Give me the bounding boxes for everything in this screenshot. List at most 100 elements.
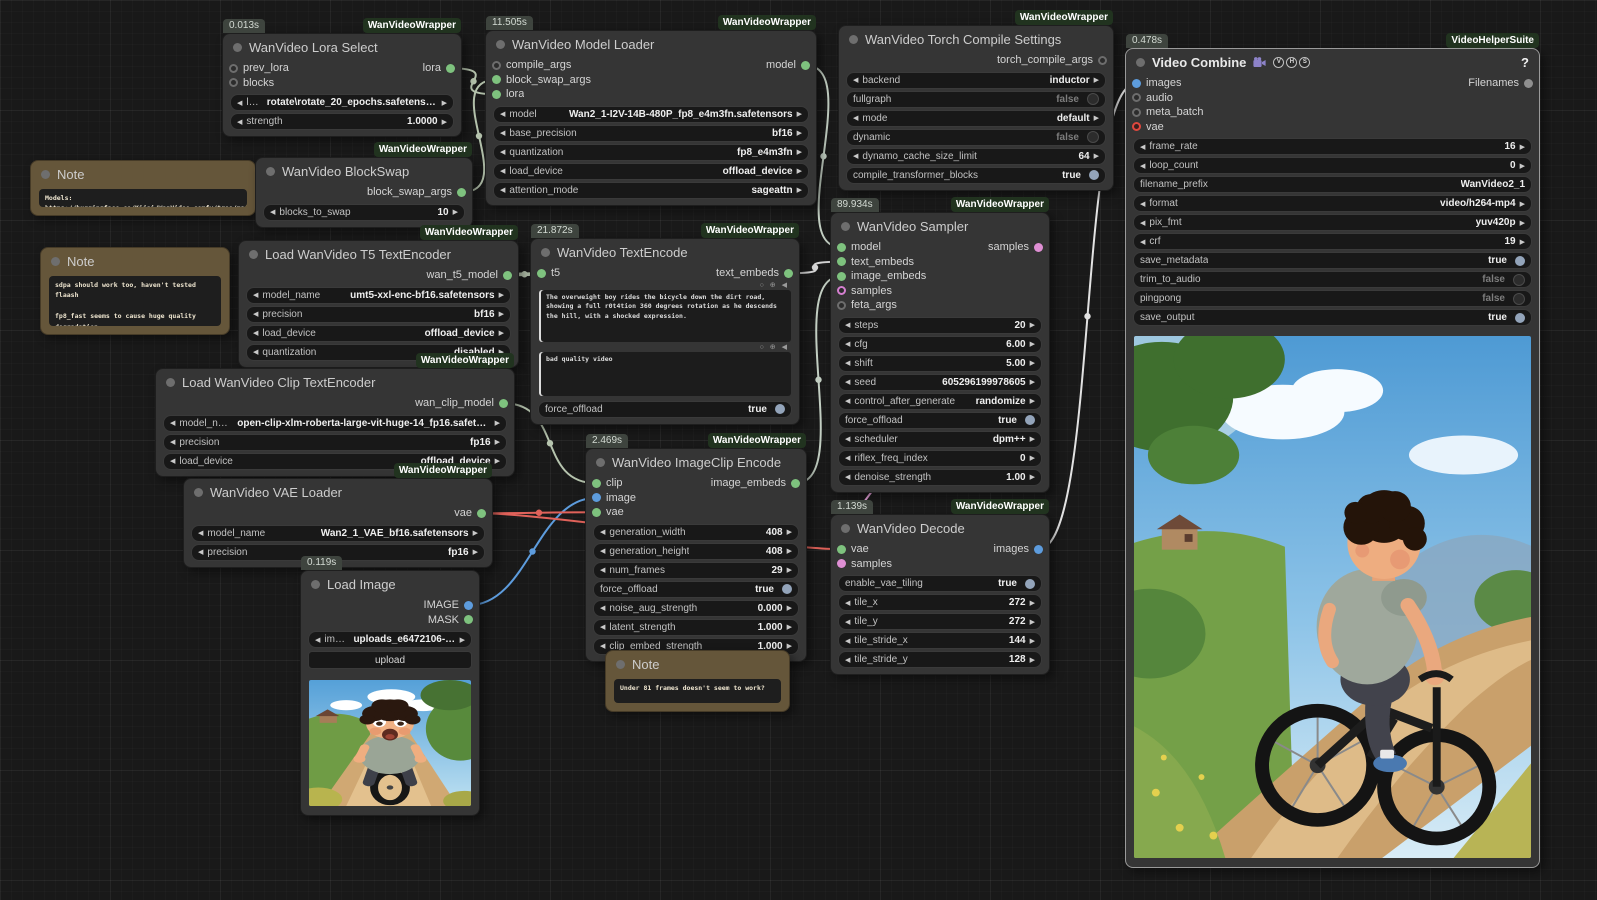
decrement-arrow-icon[interactable]: ◀ (600, 604, 605, 612)
model_name-widget[interactable]: ◀ model_name open-clip-xlm-roberta-large-v… (163, 414, 507, 432)
image_embeds-input-slot[interactable] (837, 271, 846, 281)
increment-arrow-icon[interactable]: ▶ (1520, 219, 1525, 227)
wanvideo-lora-select-node[interactable]: 0.013s WanVideoWrapper WanVideo Lora Selec… (222, 18, 462, 137)
video-preview-image[interactable] (1134, 336, 1531, 858)
lora-output-slot[interactable] (446, 63, 455, 73)
decrement-arrow-icon[interactable]: ◀ (845, 637, 850, 645)
collapse-dot[interactable] (166, 377, 175, 387)
wanvideo-blockswap-node[interactable]: WanVideoWrapper WanVideo BlockSwap block_s… (255, 142, 473, 228)
note-models-node[interactable]: Note Models: https://huggingface.co/Kijai… (30, 160, 256, 216)
decrement-arrow-icon[interactable]: ◀ (845, 599, 850, 607)
toggle-indicator[interactable] (1089, 170, 1099, 180)
decrement-arrow-icon[interactable]: ◀ (253, 310, 258, 318)
collapse-dot[interactable] (311, 579, 320, 589)
toggle-indicator[interactable] (775, 404, 785, 414)
node-title-bar[interactable]: Load WanVideo Clip TextEncoder (156, 369, 514, 395)
wanvideo-sampler-node[interactable]: 89.934s WanVideoWrapper WanVideo Sampler mo… (830, 197, 1050, 493)
decrement-arrow-icon[interactable]: ◀ (600, 642, 605, 650)
increment-arrow-icon[interactable]: ▶ (787, 528, 792, 536)
load_device-widget[interactable]: ◀ load_device offload_device ▶ (246, 324, 511, 342)
collapse-dot[interactable] (541, 247, 550, 257)
increment-arrow-icon[interactable]: ▶ (495, 457, 500, 465)
dynamo_cache_size_limit-widget[interactable]: ◀ dynamo_cache_size_limit 64 ▶ (846, 147, 1106, 165)
quantization-widget[interactable]: ◀ quantization fp8_e4m3fn ▶ (493, 143, 809, 161)
model_name-widget[interactable]: ◀ model_name umt5-xxl-enc-bf16.safetensors… (246, 286, 511, 304)
samples-input-slot[interactable] (837, 286, 846, 296)
increment-arrow-icon[interactable]: ▶ (1520, 238, 1525, 246)
increment-arrow-icon[interactable]: ▶ (1030, 321, 1035, 329)
pix_fmt-widget[interactable]: ◀ pix_fmt yuv420p ▶ (1133, 214, 1532, 231)
noise_aug_strength-widget[interactable]: ◀ noise_aug_strength 0.000 ▶ (593, 599, 799, 617)
increment-arrow-icon[interactable]: ▶ (1520, 143, 1525, 151)
link-midpoint-dot[interactable] (815, 376, 822, 383)
negative-prompt-textarea[interactable]: bad quality video (539, 351, 791, 396)
control_after_generate-widget[interactable]: ◀ control_after_generate randomize ▶ (838, 392, 1042, 410)
wanvideo-decode-node[interactable]: 1.139s WanVideoWrapper WanVideo Decode vae i… (830, 499, 1050, 675)
node-title-bar[interactable]: Note (41, 248, 229, 274)
increment-arrow-icon[interactable]: ▶ (495, 419, 500, 427)
feta_args-input-slot[interactable] (837, 300, 846, 310)
force_offload-widget[interactable]: force_offload true (593, 580, 799, 598)
blocks-input-slot[interactable] (229, 78, 238, 88)
link-midpoint-dot[interactable] (811, 264, 819, 271)
load-wanvideo-clip-textencoder-node[interactable]: WanVideoWrapper Load WanVideo Clip TextEn… (155, 353, 515, 477)
riflex_freq_index-widget[interactable]: ◀ riflex_freq_index 0 ▶ (838, 449, 1042, 467)
vae-input-slot[interactable] (837, 544, 846, 554)
input-image-preview[interactable] (309, 680, 471, 806)
decrement-arrow-icon[interactable]: ◀ (600, 566, 605, 574)
collapse-dot[interactable] (496, 39, 505, 49)
meta_batch-input-slot[interactable] (1132, 107, 1141, 117)
samples-output-slot[interactable] (1034, 242, 1043, 252)
increment-arrow-icon[interactable]: ▶ (442, 118, 447, 126)
increment-arrow-icon[interactable]: ▶ (1030, 599, 1035, 607)
model_name-widget[interactable]: ◀ model_name Wan2_1_VAE_bf16.safetensors ▶ (191, 524, 485, 542)
decrement-arrow-icon[interactable]: ◀ (1140, 219, 1145, 227)
dynamic-widget[interactable]: dynamic false (846, 128, 1106, 146)
link-midpoint-dot[interactable] (535, 509, 543, 516)
wanvideo-vae-loader-node[interactable]: WanVideoWrapper WanVideo VAE Loader vae ◀ mo… (183, 463, 493, 568)
decrement-arrow-icon[interactable]: ◀ (1140, 162, 1145, 170)
images-input-slot[interactable] (1132, 78, 1141, 88)
blocks_to_swap-widget[interactable]: ◀ blocks_to_swap 10 ▶ (263, 203, 465, 221)
latent_strength-widget[interactable]: ◀ latent_strength 1.000 ▶ (593, 618, 799, 636)
images-output-slot[interactable] (1034, 544, 1043, 554)
decrement-arrow-icon[interactable]: ◀ (1140, 143, 1145, 151)
increment-arrow-icon[interactable]: ▶ (787, 604, 792, 612)
audio-input-slot[interactable] (1132, 93, 1141, 103)
increment-arrow-icon[interactable]: ▶ (787, 642, 792, 650)
collapse-dot[interactable] (1136, 57, 1145, 67)
decrement-arrow-icon[interactable]: ◀ (170, 419, 175, 427)
num_frames-widget[interactable]: ◀ num_frames 29 ▶ (593, 561, 799, 579)
increment-arrow-icon[interactable]: ▶ (1520, 162, 1525, 170)
increment-arrow-icon[interactable]: ▶ (1030, 454, 1035, 462)
t5-input-slot[interactable] (537, 268, 546, 278)
precision-widget[interactable]: ◀ precision bf16 ▶ (246, 305, 511, 323)
crf-widget[interactable]: ◀ crf 19 ▶ (1133, 233, 1532, 250)
vae-output-slot[interactable] (477, 508, 486, 518)
toggle-indicator[interactable] (1515, 312, 1525, 323)
tile_y-widget[interactable]: ◀ tile_y 272 ▶ (838, 613, 1042, 630)
wan_t5_model-output-slot[interactable] (503, 270, 512, 280)
tile_x-widget[interactable]: ◀ tile_x 272 ▶ (838, 594, 1042, 611)
increment-arrow-icon[interactable]: ▶ (787, 547, 792, 555)
link-wire[interactable] (480, 511, 598, 515)
decrement-arrow-icon[interactable]: ◀ (253, 348, 258, 356)
decrement-arrow-icon[interactable]: ◀ (500, 167, 505, 175)
node-title-bar[interactable]: Note (606, 651, 789, 677)
save_output-widget[interactable]: save_output true (1133, 309, 1532, 326)
image_embeds-output-slot[interactable] (791, 478, 800, 488)
link-midpoint-dot[interactable] (1084, 313, 1091, 320)
note-attention-node[interactable]: Note sdpa should work too, haven't tested… (40, 247, 230, 335)
increment-arrow-icon[interactable]: ▶ (499, 329, 504, 337)
seed-widget[interactable]: ◀ seed 605296199978605 ▶ (838, 373, 1042, 391)
loop_count-widget[interactable]: ◀ loop_count 0 ▶ (1133, 157, 1532, 174)
increment-arrow-icon[interactable]: ▶ (460, 636, 465, 644)
decrement-arrow-icon[interactable]: ◀ (170, 457, 175, 465)
vae-input-slot[interactable] (1132, 122, 1141, 132)
backend-widget[interactable]: ◀ backend inductor ▶ (846, 71, 1106, 89)
toggle-indicator[interactable] (1515, 255, 1525, 266)
node-title-bar[interactable]: WanVideo Model Loader (486, 31, 816, 57)
filename_prefix-widget[interactable]: filename_prefix WanVideo2_1 (1133, 176, 1532, 193)
tile_stride_x-widget[interactable]: ◀ tile_stride_x 144 ▶ (838, 632, 1042, 649)
load_device-widget[interactable]: ◀ load_device offload_device ▶ (493, 162, 809, 180)
